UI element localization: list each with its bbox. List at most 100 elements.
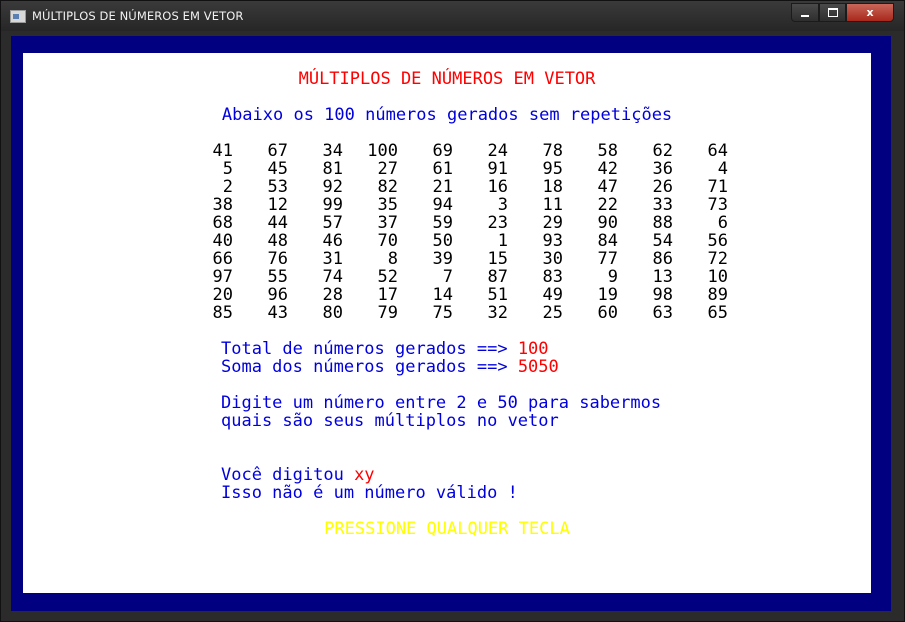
number-cell: 7	[442, 267, 453, 287]
window-controls: x	[791, 3, 894, 23]
program-header: MÚLTIPLOS DE NÚMEROS EM VETOR	[298, 69, 596, 89]
number-cell: 35	[377, 195, 398, 215]
number-cell: 98	[652, 285, 673, 305]
number-cell: 3	[497, 195, 508, 215]
minimize-button[interactable]	[791, 3, 819, 22]
number-cell: 59	[432, 213, 453, 233]
number-row: 5 45 81 27 61 91 95 42 36 4	[203, 160, 743, 178]
number-row: 40 48 46 70 50 1 93 84 54 56	[203, 232, 743, 250]
number-cell: 20	[212, 285, 233, 305]
number-cell: 37	[377, 213, 398, 233]
prompt-line-1: Digite um número entre 2 e 50 para saber…	[221, 393, 662, 413]
number-cell: 33	[652, 195, 673, 215]
number-cell: 54	[652, 231, 673, 251]
number-cell: 80	[322, 303, 343, 323]
number-cell: 53	[267, 177, 288, 197]
number-cell: 50	[432, 231, 453, 251]
number-cell: 56	[707, 231, 728, 251]
number-cell: 51	[487, 285, 508, 305]
close-icon: x	[866, 6, 874, 19]
number-cell: 62	[652, 141, 673, 161]
number-cell: 47	[597, 177, 618, 197]
number-cell: 65	[707, 303, 728, 323]
number-row: 68 44 57 37 59 23 29 90 88 6	[203, 214, 743, 232]
number-cell: 39	[432, 249, 453, 269]
number-cell: 27	[377, 159, 398, 179]
number-cell: 97	[212, 267, 233, 287]
number-cell: 75	[432, 303, 453, 323]
maximize-button[interactable]	[819, 3, 846, 22]
press-any-key-prompt: PRESSIONE QUALQUER TECLA	[324, 519, 570, 539]
number-cell: 83	[542, 267, 563, 287]
number-cell: 30	[542, 249, 563, 269]
number-cell: 90	[597, 213, 618, 233]
total-line: Total de números gerados ==> 100	[221, 340, 549, 358]
number-cell: 88	[652, 213, 673, 233]
console-area[interactable]: MÚLTIPLOS DE NÚMEROS EM VETOR Abaixo os …	[11, 36, 891, 611]
number-cell: 70	[377, 231, 398, 251]
number-cell: 34	[322, 141, 343, 161]
number-cell: 4	[717, 159, 728, 179]
number-cell: 66	[212, 249, 233, 269]
number-cell: 42	[597, 159, 618, 179]
number-cell: 55	[267, 267, 288, 287]
number-cell: 31	[322, 249, 343, 269]
number-cell: 46	[322, 231, 343, 251]
number-cell: 48	[267, 231, 288, 251]
number-cell: 89	[707, 285, 728, 305]
number-cell: 76	[267, 249, 288, 269]
number-cell: 68	[212, 213, 233, 233]
console-window: MÚLTIPLOS DE NÚMEROS EM VETOR x MÚLTIPLO…	[0, 0, 905, 622]
number-cell: 49	[542, 285, 563, 305]
number-row: 85 43 80 79 75 32 25 60 63 65	[203, 304, 743, 322]
number-cell: 10	[707, 267, 728, 287]
typed-value: xy	[354, 465, 375, 485]
number-cell: 58	[597, 141, 618, 161]
number-cell: 87	[487, 267, 508, 287]
number-cell: 85	[212, 303, 233, 323]
number-row: 2 53 92 82 21 16 18 47 26 71	[203, 178, 743, 196]
prompt-line-2: quais são seus múltiplos no vetor	[221, 411, 559, 431]
total-value: 100	[517, 339, 549, 359]
number-row: 97 55 74 52 7 87 83 9 13 10	[203, 268, 743, 286]
title-bar[interactable]: MÚLTIPLOS DE NÚMEROS EM VETOR x	[1, 1, 904, 31]
number-cell: 52	[377, 267, 398, 287]
number-row: 38 12 99 35 94 3 11 22 33 73	[203, 196, 743, 214]
number-cell: 71	[707, 177, 728, 197]
typed-label: Você digitou	[221, 465, 355, 485]
number-cell: 24	[487, 141, 508, 161]
number-cell: 14	[432, 285, 453, 305]
number-cell: 77	[597, 249, 618, 269]
number-cell: 91	[487, 159, 508, 179]
number-cell: 69	[432, 141, 453, 161]
number-cell: 5	[222, 159, 233, 179]
number-cell: 100	[367, 141, 398, 161]
number-cell: 15	[487, 249, 508, 269]
number-cell: 40	[212, 231, 233, 251]
number-row: 20 96 28 17 14 51 49 19 98 89	[203, 286, 743, 304]
number-cell: 9	[607, 267, 618, 287]
close-button[interactable]: x	[846, 3, 894, 22]
number-cell: 12	[267, 195, 288, 215]
number-cell: 32	[487, 303, 508, 323]
error-message: Isso não é um número válido !	[221, 483, 518, 503]
number-cell: 94	[432, 195, 453, 215]
number-cell: 99	[322, 195, 343, 215]
number-cell: 81	[322, 159, 343, 179]
number-cell: 78	[542, 141, 563, 161]
typed-line: Você digitou xy	[221, 466, 375, 484]
number-cell: 72	[707, 249, 728, 269]
number-cell: 63	[652, 303, 673, 323]
number-cell: 45	[267, 159, 288, 179]
number-grid: 41 67 34 100 69 24 78 58 62 64 5 45 81 27 61 91 95 42 36 4 2…	[203, 142, 743, 322]
console-screen: MÚLTIPLOS DE NÚMEROS EM VETOR Abaixo os …	[23, 53, 871, 593]
number-cell: 43	[267, 303, 288, 323]
number-cell: 64	[707, 141, 728, 161]
number-cell: 73	[707, 195, 728, 215]
console-app-icon[interactable]	[10, 10, 26, 23]
number-cell: 1	[497, 231, 508, 251]
number-cell: 6	[717, 213, 728, 233]
number-cell: 23	[487, 213, 508, 233]
sum-label: Soma dos números gerados ==>	[221, 357, 518, 377]
number-cell: 17	[377, 285, 398, 305]
